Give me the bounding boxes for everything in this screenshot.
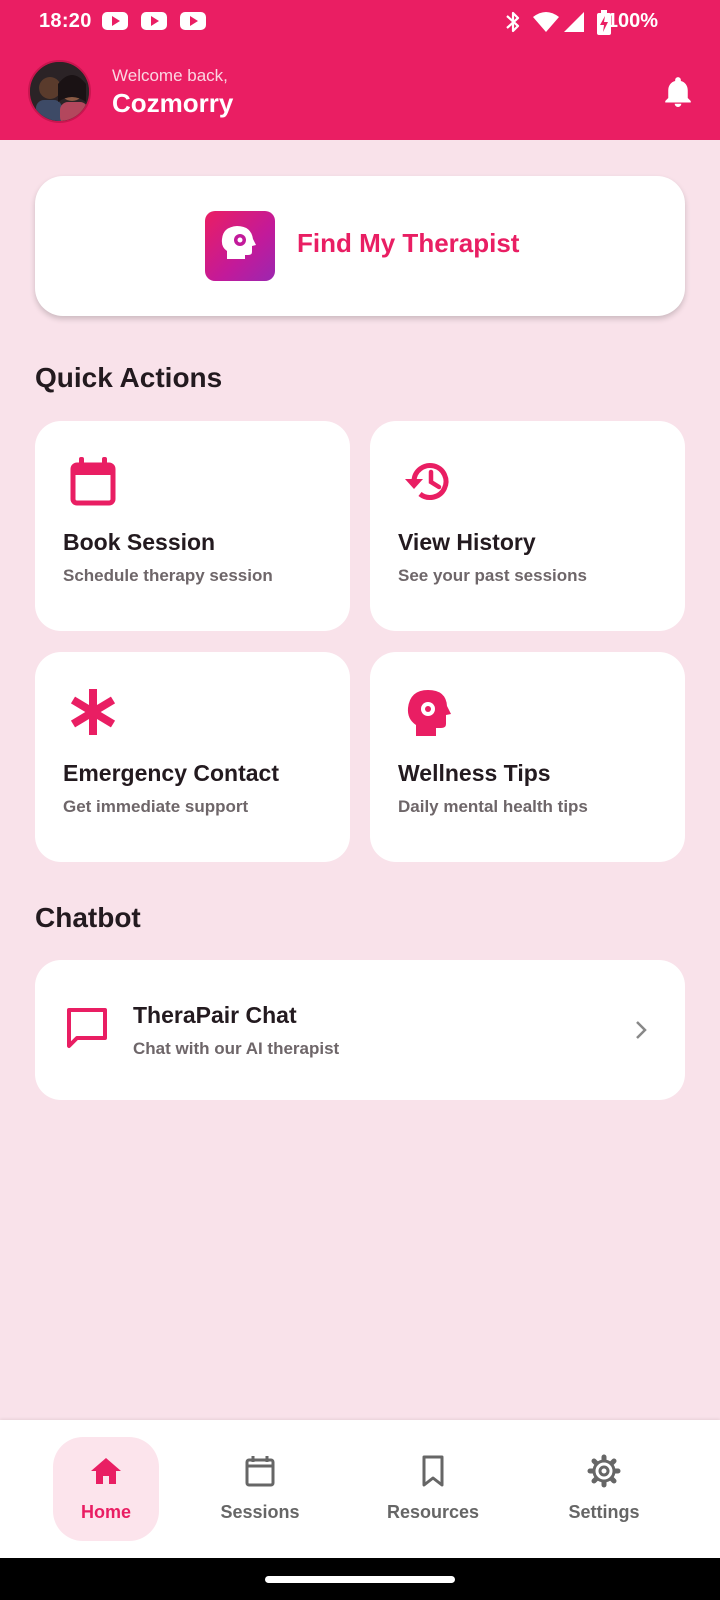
wellness-tips-card[interactable]: Wellness Tips Daily mental health tips	[370, 652, 685, 862]
book-session-subtitle: Schedule therapy session	[63, 566, 273, 585]
battery-percent: 100%	[606, 10, 658, 32]
signal-icon	[564, 12, 584, 32]
gesture-handle[interactable]	[265, 1576, 455, 1583]
calendar-icon	[70, 457, 116, 506]
gear-icon	[587, 1454, 621, 1488]
bell-icon[interactable]	[660, 74, 696, 110]
youtube-icon	[180, 12, 206, 30]
bookmark-icon	[422, 1455, 444, 1487]
nav-home[interactable]: Home	[53, 1437, 159, 1541]
calendar-icon	[245, 1456, 275, 1487]
avatar-photo	[30, 62, 89, 121]
nav-sessions-label: Sessions	[220, 1502, 300, 1522]
find-therapist-button[interactable]: Find My Therapist	[35, 176, 685, 316]
wellness-tips-title: Wellness Tips	[398, 760, 551, 786]
emergency-contact-subtitle: Get immediate support	[63, 797, 249, 816]
avatar[interactable]	[28, 60, 91, 123]
status-time: 18:20	[39, 10, 92, 32]
quick-actions-title: Quick Actions	[35, 362, 223, 393]
chevron-right-icon	[636, 1021, 647, 1039]
emergency-contact-title: Emergency Contact	[63, 760, 280, 786]
view-history-subtitle: See your past sessions	[398, 566, 587, 585]
nav-home-label: Home	[80, 1502, 131, 1522]
find-therapist-icon-tile	[205, 211, 275, 281]
nav-resources-label: Resources	[386, 1502, 480, 1522]
view-history-card[interactable]: View History See your past sessions	[370, 421, 685, 631]
nav-settings[interactable]: Settings	[551, 1437, 657, 1541]
nav-sessions[interactable]: Sessions	[207, 1437, 313, 1541]
history-icon	[405, 463, 449, 500]
nav-settings-label: Settings	[568, 1502, 640, 1522]
username: Cozmorry	[112, 88, 234, 118]
head-gear-icon	[221, 226, 256, 259]
youtube-icon	[141, 12, 167, 30]
bottom-navigation: Home Sessions Resources Settings	[0, 1420, 720, 1558]
find-therapist-label: Find My Therapist	[297, 228, 520, 258]
therapair-chat-subtitle: Chat with our AI therapist	[133, 1039, 340, 1058]
therapair-chat-item[interactable]: TheraPair Chat Chat with our AI therapis…	[35, 960, 685, 1100]
nav-resources[interactable]: Resources	[380, 1437, 486, 1541]
book-session-card[interactable]: Book Session Schedule therapy session	[35, 421, 350, 631]
youtube-icon	[102, 12, 128, 30]
chat-bubble-icon	[67, 1008, 107, 1048]
wellness-tips-subtitle: Daily mental health tips	[398, 797, 588, 816]
head-gear-icon	[407, 690, 451, 736]
bluetooth-icon	[506, 11, 520, 33]
welcome-text: Welcome back,	[112, 66, 228, 85]
book-session-title: Book Session	[63, 529, 216, 555]
home-icon	[91, 1458, 121, 1484]
wifi-icon	[533, 12, 559, 32]
view-history-title: View History	[398, 529, 536, 555]
status-bar: 18:20 100%	[0, 0, 720, 44]
app-header: 18:20 100% Welcome back, Cozmorry	[0, 0, 720, 140]
system-gesture-area	[0, 1558, 720, 1600]
asterisk-icon	[70, 689, 116, 735]
therapair-chat-title: TheraPair Chat	[133, 1002, 297, 1028]
chatbot-title: Chatbot	[35, 902, 141, 933]
emergency-contact-card[interactable]: Emergency Contact Get immediate support	[35, 652, 350, 862]
